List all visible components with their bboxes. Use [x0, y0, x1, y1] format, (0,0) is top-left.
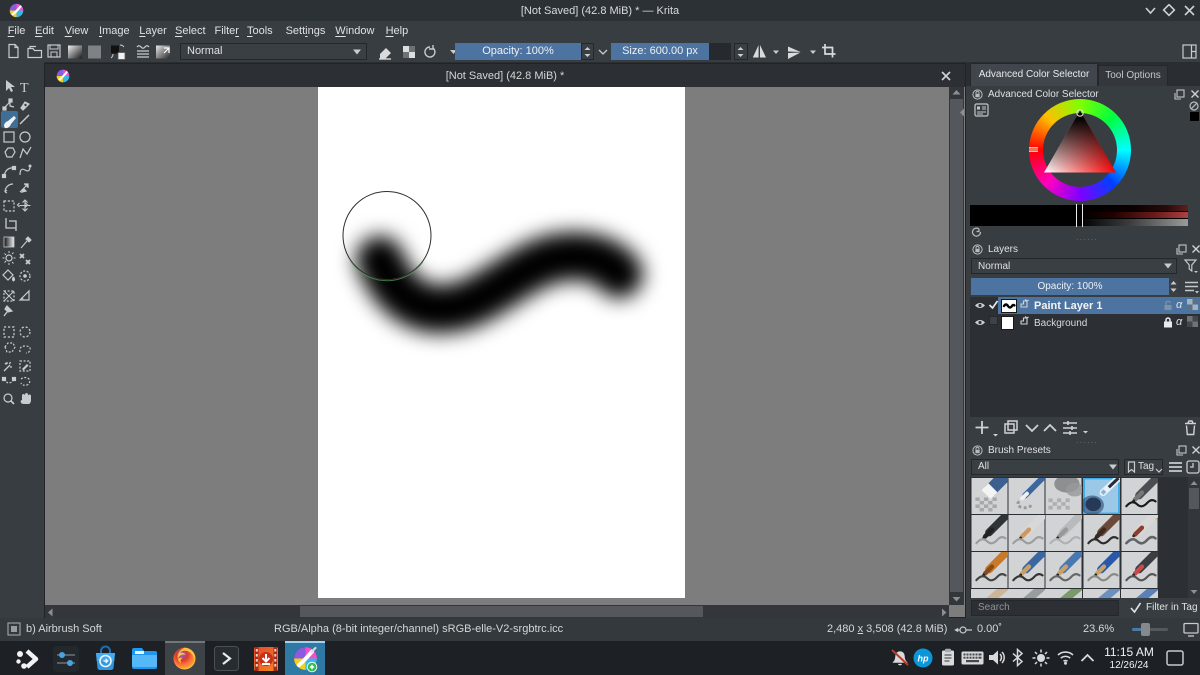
- svg-text:T: T: [20, 81, 29, 96]
- svg-text:hp: hp: [918, 654, 929, 664]
